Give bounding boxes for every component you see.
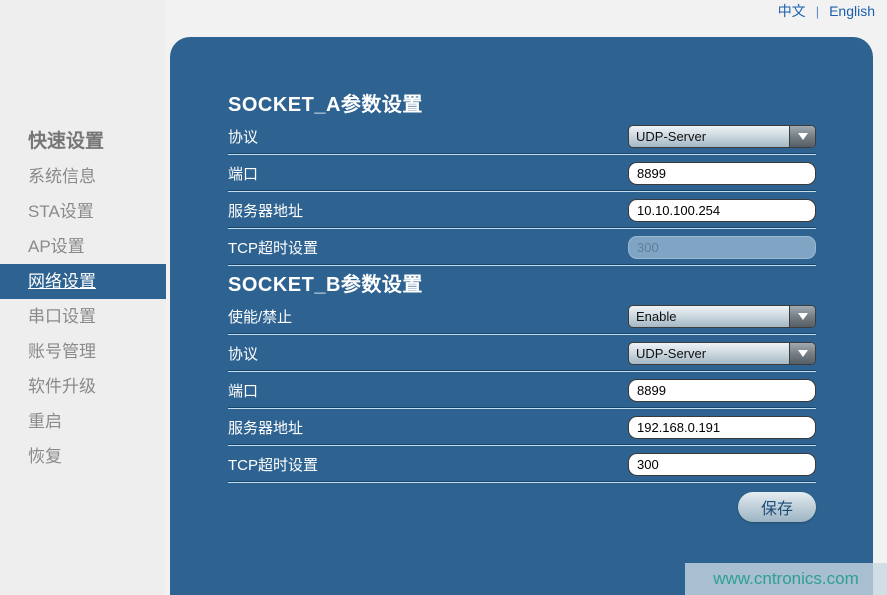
sidebar-item-ap-settings[interactable]: AP设置 [0, 229, 166, 264]
socket-b-enable-select[interactable]: Enable [628, 305, 816, 328]
sidebar-item-system-info[interactable]: 系统信息 [0, 159, 166, 194]
socket-a-tcp-timeout-row: TCP超时设置 [228, 229, 816, 266]
socket-b-port-label: 端口 [228, 380, 258, 401]
sidebar-item-restart[interactable]: 重启 [0, 404, 166, 439]
socket-b-tcp-timeout-row: TCP超时设置 [228, 446, 816, 483]
socket-b-enable-label: 使能/禁止 [228, 306, 292, 327]
sidebar: 快速设置 系统信息 STA设置 AP设置 网络设置 串口设置 账号管理 软件升级… [0, 0, 166, 595]
chevron-down-icon[interactable] [789, 126, 815, 147]
socket-a-tcp-timeout-input [628, 236, 816, 259]
sidebar-menu: 快速设置 系统信息 STA设置 AP设置 网络设置 串口设置 账号管理 软件升级… [0, 124, 166, 474]
sidebar-item-restore[interactable]: 恢复 [0, 439, 166, 474]
socket-a-port-input[interactable] [628, 162, 816, 185]
socket-b-server-address-input[interactable] [628, 416, 816, 439]
socket-a-server-address-row: 服务器地址 [228, 192, 816, 229]
socket-b-port-input[interactable] [628, 379, 816, 402]
chevron-down-icon[interactable] [789, 343, 815, 364]
socket-b-enable-value: Enable [629, 306, 789, 327]
socket-b-tcp-timeout-input[interactable] [628, 453, 816, 476]
socket-b-protocol-value: UDP-Server [629, 343, 789, 364]
sidebar-item-sta-settings[interactable]: STA设置 [0, 194, 166, 229]
socket-a-section-title: SOCKET_A参数设置 [228, 92, 816, 118]
save-row: 保存 [228, 492, 816, 522]
watermark: www.cntronics.com [685, 563, 887, 595]
socket-b-protocol-select[interactable]: UDP-Server [628, 342, 816, 365]
socket-b-enable-row: 使能/禁止 Enable [228, 298, 816, 335]
chevron-down-icon[interactable] [789, 306, 815, 327]
socket-b-server-address-row: 服务器地址 [228, 409, 816, 446]
settings-panel: SOCKET_A参数设置 协议 UDP-Server 端口 服务器地址 TCP超… [170, 37, 873, 595]
socket-a-tcp-timeout-label: TCP超时设置 [228, 237, 318, 258]
socket-b-tcp-timeout-label: TCP超时设置 [228, 454, 318, 475]
socket-b-server-address-label: 服务器地址 [228, 417, 303, 438]
socket-a-server-address-input[interactable] [628, 199, 816, 222]
socket-a-port-label: 端口 [228, 163, 258, 184]
socket-a-port-row: 端口 [228, 155, 816, 192]
socket-a-server-address-label: 服务器地址 [228, 200, 303, 221]
lang-english-link[interactable]: English [829, 3, 875, 19]
save-button[interactable]: 保存 [738, 492, 816, 522]
sidebar-item-quick-setup[interactable]: 快速设置 [0, 124, 166, 159]
socket-a-protocol-value: UDP-Server [629, 126, 789, 147]
socket-b-port-row: 端口 [228, 372, 816, 409]
sidebar-item-account-mgmt[interactable]: 账号管理 [0, 334, 166, 369]
socket-b-section-title: SOCKET_B参数设置 [228, 272, 816, 298]
lang-chinese-link[interactable]: 中文 [778, 1, 806, 21]
sidebar-item-serial-settings[interactable]: 串口设置 [0, 299, 166, 334]
socket-a-protocol-select[interactable]: UDP-Server [628, 125, 816, 148]
language-switcher: 中文 | English [778, 1, 875, 21]
lang-divider: | [816, 4, 819, 19]
socket-b-protocol-row: 协议 UDP-Server [228, 335, 816, 372]
sidebar-item-firmware-upgrade[interactable]: 软件升级 [0, 369, 166, 404]
sidebar-item-network-settings[interactable]: 网络设置 [0, 264, 166, 299]
socket-b-protocol-label: 协议 [228, 343, 258, 364]
socket-a-protocol-label: 协议 [228, 126, 258, 147]
socket-a-protocol-row: 协议 UDP-Server [228, 118, 816, 155]
